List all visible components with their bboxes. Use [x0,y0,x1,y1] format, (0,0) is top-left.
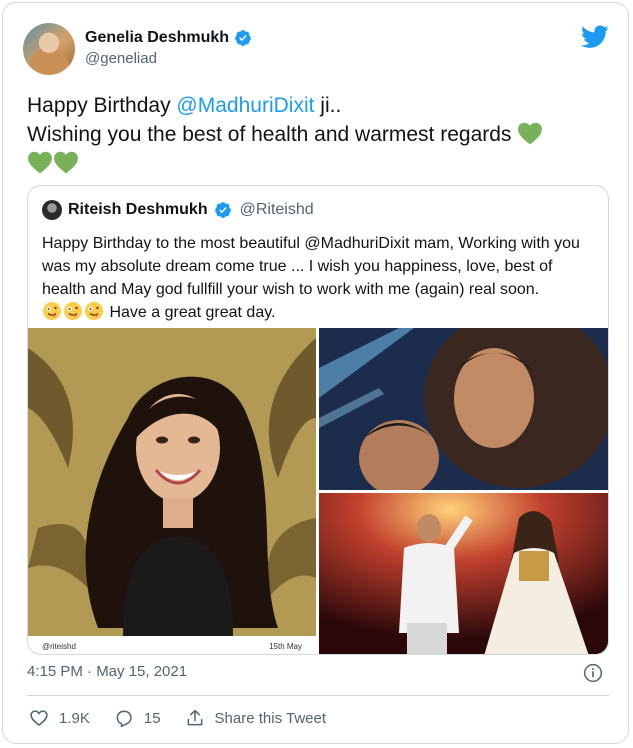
tweet-text-line2: Wishing you the best of health and warme… [27,123,512,146]
quoted-author-name: Riteish Deshmukh [68,201,208,218]
quoted-tweet-header: Riteish Deshmukh @Riteishd [42,200,314,220]
watermark-handle: @riteishd [42,641,76,651]
like-count: 1.9K [59,709,90,727]
twitter-bird-icon[interactable] [581,25,609,49]
reply-icon [116,710,132,728]
mention-link[interactable]: @MadhuriDixit [176,94,314,117]
tweet-text-prefix: Happy Birthday [27,94,177,117]
verified-badge-icon [235,30,251,46]
zany-face-icon [85,302,103,320]
green-heart-icon [518,122,543,145]
share-button[interactable]: Share this Tweet [185,708,326,728]
illustration-watermark: @riteishd 15th May [28,636,316,654]
quoted-tweet-text: Happy Birthday to the most beautiful @Ma… [42,232,598,324]
author-handle[interactable]: @geneliad [85,50,252,67]
quoted-author-handle: @Riteishd [239,201,314,218]
tweet-text-suffix: ji.. [314,94,342,117]
heart-icon [30,710,48,727]
tweet-timestamp[interactable]: 4:15 PM · May 15, 2021 [27,663,187,680]
divider [27,695,609,696]
tweet-card: Genelia Deshmukh @geneliad Happy Birthda… [2,2,629,744]
zany-face-icon [64,302,82,320]
author-name[interactable]: Genelia Deshmukh [85,29,229,47]
author-info[interactable]: Genelia Deshmukh @geneliad [85,29,252,67]
info-icon[interactable] [583,663,603,683]
reply-button[interactable]: 15 [114,708,161,728]
quoted-text-body: Happy Birthday to the most beautiful @Ma… [42,235,580,298]
tweet-text: Happy Birthday @MadhuriDixit ji.. Wishin… [27,91,607,178]
author-avatar[interactable] [23,23,75,75]
green-heart-icon [28,151,52,174]
verified-badge-icon [214,202,231,218]
quoted-tweet[interactable]: Riteish Deshmukh @Riteishd Happy Birthda… [27,185,609,655]
share-label: Share this Tweet [214,709,326,727]
tweet-header: Genelia Deshmukh @geneliad [23,21,613,77]
green-heart-icon [54,151,78,174]
watermark-date: 15th May [269,641,302,651]
illustration-artwork [28,328,316,636]
quoted-text-end: Have a great great day. [105,304,276,321]
like-button[interactable]: 1.9K [29,708,90,728]
share-icon [187,709,202,726]
selfie-photo [319,328,608,490]
quoted-author-avatar [42,200,62,220]
quoted-media-grid: @riteishd 15th May [28,328,608,654]
stage-photo [319,493,608,654]
media-image-stage[interactable] [319,493,608,654]
media-image-illustration[interactable]: @riteishd 15th May [28,328,316,654]
tweet-actions: 1.9K 15 Share this Tweet [29,708,350,728]
reply-count: 15 [143,709,161,727]
zany-face-icon [43,302,61,320]
media-image-selfie[interactable] [319,328,608,490]
